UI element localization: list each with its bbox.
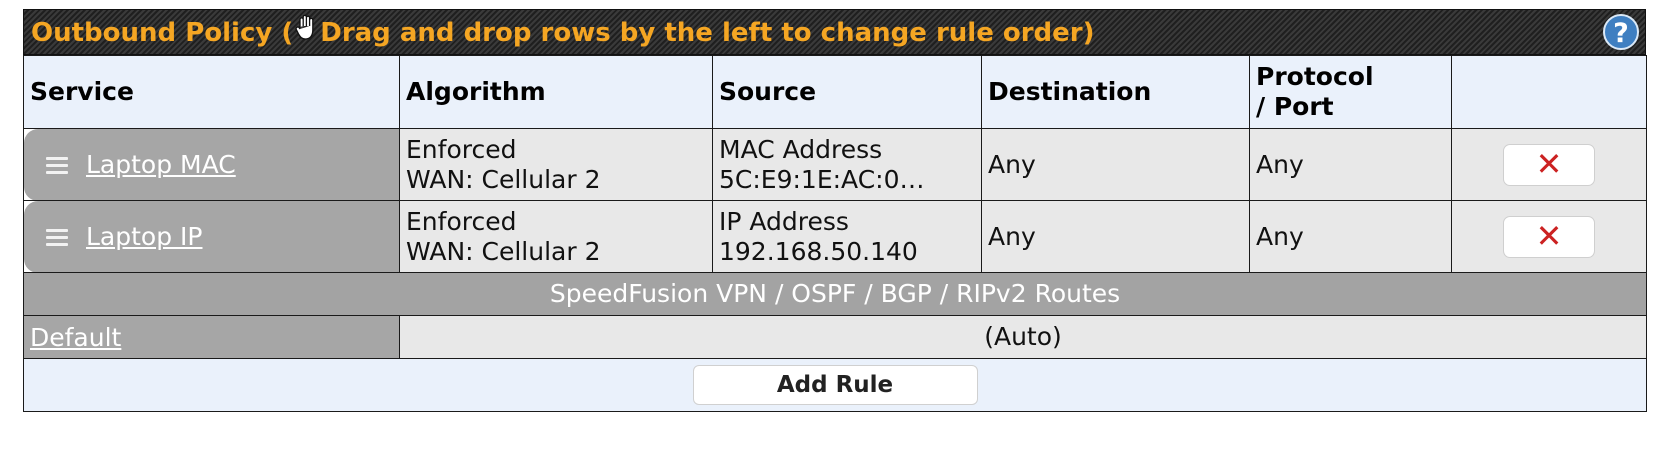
col-protocol-line1: Protocol [1256, 62, 1374, 91]
source-type: MAC Address [719, 134, 883, 164]
default-rule-link[interactable]: Default [30, 323, 121, 352]
rule-protocol: Any [1249, 200, 1452, 273]
default-rule-cell[interactable]: Default [23, 315, 400, 359]
col-actions [1451, 55, 1647, 129]
default-rule-row: Default (Auto) [23, 315, 1647, 359]
add-rule-button[interactable]: Add Rule [692, 365, 978, 405]
source-type: IP Address [719, 206, 849, 236]
outbound-policy-panel: Outbound Policy ( Drag and drop rows by t… [23, 9, 1647, 412]
panel-title-bar: Outbound Policy ( Drag and drop rows by t… [23, 9, 1646, 55]
rule-name-link[interactable]: Laptop MAC [86, 150, 236, 179]
delete-icon: ✕ [1535, 216, 1563, 255]
delete-button[interactable]: ✕ [1503, 215, 1595, 258]
col-source: Source [712, 55, 982, 129]
col-protocol-line2: / Port [1256, 92, 1334, 121]
panel-title-suffix: Drag and drop rows by the left to change… [320, 18, 1095, 48]
delete-button[interactable]: ✕ [1503, 143, 1595, 186]
rule-protocol: Any [1249, 128, 1452, 201]
help-icon[interactable]: ? [1603, 14, 1639, 50]
source-value: 192.168.50.140 [719, 236, 918, 266]
add-rule-row: Add Rule [23, 358, 1647, 412]
col-destination: Destination [981, 55, 1250, 129]
rule-actions: ✕ [1451, 128, 1647, 201]
rule-name-link[interactable]: Laptop IP [86, 222, 202, 251]
table-header-row: Service Algorithm Source Destination Pro… [23, 55, 1647, 129]
rule-algorithm: Enforced WAN: Cellular 2 [399, 128, 713, 201]
table-row[interactable]: Laptop MAC Enforced WAN: Cellular 2 MAC A… [23, 128, 1647, 201]
rule-destination: Any [981, 128, 1250, 201]
col-protocol-port: Protocol / Port [1249, 55, 1452, 129]
add-rule-cell: Add Rule [23, 358, 1647, 412]
col-algorithm: Algorithm [399, 55, 713, 129]
algorithm-mode: Enforced [406, 134, 517, 164]
rule-source: IP Address 192.168.50.140 [712, 200, 982, 273]
rule-service-cell[interactable]: Laptop MAC [23, 128, 400, 201]
algorithm-mode: Enforced [406, 206, 517, 236]
algorithm-wan: WAN: Cellular 2 [406, 236, 601, 266]
rule-service-cell[interactable]: Laptop IP [23, 200, 400, 273]
routes-separator: SpeedFusion VPN / OSPF / BGP / RIPv2 Rou… [23, 272, 1647, 316]
panel-title-prefix: Outbound Policy ( [31, 18, 294, 48]
rule-source: MAC Address 5C:E9:1E:AC:0… [712, 128, 982, 201]
table-row[interactable]: Laptop IP Enforced WAN: Cellular 2 IP Add… [23, 200, 1647, 273]
outbound-policy-table: Service Algorithm Source Destination Pro… [23, 55, 1647, 412]
routes-separator-row: SpeedFusion VPN / OSPF / BGP / RIPv2 Rou… [23, 272, 1647, 316]
drag-handle-icon[interactable] [46, 225, 68, 250]
delete-icon: ✕ [1535, 144, 1563, 183]
drag-handle-icon[interactable] [46, 153, 68, 178]
hand-icon [295, 11, 319, 57]
algorithm-wan: WAN: Cellular 2 [406, 164, 601, 194]
rule-algorithm: Enforced WAN: Cellular 2 [399, 200, 713, 273]
col-service: Service [23, 55, 400, 129]
rule-actions: ✕ [1451, 200, 1647, 273]
rule-destination: Any [981, 200, 1250, 273]
source-value: 5C:E9:1E:AC:0… [719, 164, 925, 194]
default-rule-value: (Auto) [399, 315, 1647, 359]
